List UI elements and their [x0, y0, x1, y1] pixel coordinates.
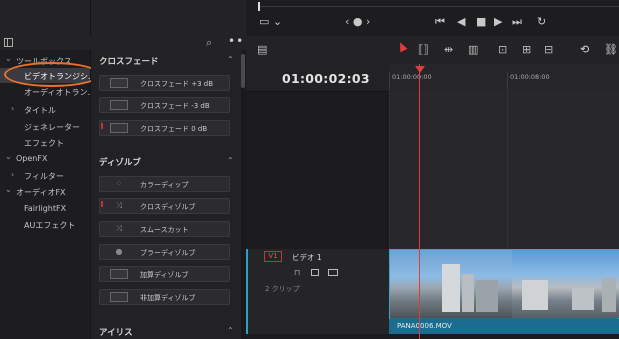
tree-item-filters[interactable]: フィルター — [24, 171, 64, 182]
timecode-area: 01:00:02:03 — [246, 64, 389, 92]
scrub-head[interactable] — [258, 2, 260, 11]
expand-arrow-icon[interactable]: ⌄ — [5, 54, 12, 63]
top-left-strip — [0, 0, 246, 37]
collapse-chevron-icon[interactable]: ⌃ — [227, 156, 234, 165]
link-icon[interactable]: ⛓ — [604, 43, 618, 56]
transition-icon — [110, 100, 128, 110]
effect-label: クロスフェード -3 dB — [140, 102, 210, 110]
collapse-chevron-icon[interactable]: ⌃ — [227, 55, 234, 64]
play-icon[interactable]: ▶ — [494, 15, 502, 29]
loop-icon[interactable]: ↻ — [537, 15, 546, 29]
ruler-label: 01:00:08:00 — [510, 73, 550, 81]
effect-blur-dissolve[interactable]: ● ブラーディゾルブ — [99, 244, 230, 260]
transition-icon — [110, 123, 128, 133]
track-name: ビデオ 1 — [292, 253, 322, 262]
drop-icon: ● — [115, 247, 123, 256]
effect-label: ブラーディゾルブ — [140, 249, 196, 257]
tree-item-effects[interactable]: エフェクト — [24, 138, 64, 149]
timeline-track-area[interactable] — [389, 91, 619, 249]
favorite-marker — [101, 123, 103, 129]
transition-icon — [110, 78, 128, 88]
effect-non-additive-dissolve[interactable]: 非加算ディゾルブ — [99, 289, 230, 305]
insert-icon[interactable]: ⊡ — [498, 43, 507, 56]
playhead-line[interactable] — [419, 64, 420, 339]
expand-arrow-icon[interactable]: › — [11, 170, 14, 179]
effect-crossfade-minus3[interactable]: クロスフェード -3 dB — [99, 97, 230, 113]
dynamic-trim-icon[interactable]: ⇹ — [444, 43, 453, 56]
track-v1-badge[interactable]: V1 — [264, 251, 282, 262]
clip-thumbnail-2 — [512, 250, 619, 318]
clip-thumbnail-1 — [390, 250, 512, 318]
clip-name: PANA0006.MOV — [397, 322, 452, 330]
effect-cross-dissolve[interactable]: ⤨ クロスディゾルブ — [99, 198, 230, 214]
timeline-view-icon[interactable]: ▤ — [257, 43, 267, 56]
section-title: クロスフェード — [99, 57, 159, 67]
effect-dip-to-color[interactable]: ⁘ カラーディップ — [99, 176, 230, 192]
stop-icon[interactable]: ■ — [476, 15, 486, 29]
tree-item-generators[interactable]: ジェネレーター — [24, 122, 80, 133]
timecode-display: 01:00:02:03 — [282, 71, 370, 86]
effect-label: 非加算ディゾルブ — [140, 294, 196, 302]
effect-crossfade-0[interactable]: クロスフェード 0 dB — [99, 120, 230, 136]
monitor-icon[interactable]: ▭ ⌄ — [259, 15, 282, 29]
transition-icon — [110, 292, 128, 302]
timeline-bottom-edge — [246, 334, 619, 339]
track-output-icon[interactable] — [328, 269, 338, 276]
annotation-highlight-oval — [4, 62, 100, 87]
scrollbar-thumb[interactable] — [241, 54, 245, 88]
step-back-icon[interactable]: ◀ — [457, 15, 465, 29]
effect-smooth-cut[interactable]: ⤨ スムースカット — [99, 221, 230, 237]
dots-icon: ⁘ — [115, 179, 123, 188]
clip-nav[interactable]: ‹ ● › — [345, 15, 370, 29]
collapse-chevron-icon[interactable]: ⌃ — [227, 326, 234, 335]
tree-item-openfx[interactable]: OpenFX — [16, 154, 47, 163]
snapping-icon[interactable]: ⟲ — [580, 43, 589, 56]
transition-icon — [110, 269, 128, 279]
effects-list: クロスフェード ⌃ クロスフェード +3 dB クロスフェード -3 dB クロ… — [91, 50, 241, 339]
viewer-scrub-bar[interactable] — [258, 6, 619, 7]
effect-label: クロスフェード +3 dB — [140, 80, 214, 88]
effect-label: クロスディゾルブ — [140, 203, 196, 211]
search-icon[interactable]: ⌕ — [206, 36, 212, 50]
trim-icon[interactable]: ⟦⟧ — [418, 43, 429, 56]
expand-arrow-icon[interactable]: › — [11, 104, 14, 113]
blade-icon[interactable]: ▥ — [468, 43, 478, 56]
effect-label: クロスフェード 0 dB — [140, 125, 208, 133]
tree-item-fairlightfx[interactable]: FairlightFX — [24, 204, 66, 213]
viewer-controls: ▭ ⌄ ‹ ● › ⏮ ◀ ■ ▶ ⏭ ↻ — [246, 0, 619, 37]
effect-label: 加算ディゾルブ — [140, 271, 189, 279]
playhead-handle[interactable] — [415, 66, 425, 73]
section-title: アイリス — [99, 328, 133, 338]
tree-item-titles[interactable]: タイトル — [24, 105, 56, 116]
tree-item-au-effects[interactable]: AUエフェクト — [24, 220, 75, 231]
favorite-marker — [101, 201, 103, 207]
skip-end-icon[interactable]: ⏭ — [512, 15, 522, 29]
skip-start-icon[interactable]: ⏮ — [435, 15, 445, 29]
auto-select-icon[interactable] — [311, 269, 319, 276]
overwrite-icon[interactable]: ⊞ — [522, 43, 531, 56]
effect-additive-dissolve[interactable]: 加算ディゾルブ — [99, 266, 230, 282]
expand-arrow-icon[interactable]: ⌄ — [5, 185, 12, 194]
panel-toggle-icon[interactable] — [4, 38, 13, 47]
clip-count: 2 クリップ — [265, 285, 300, 293]
cross-icon: ⤨ — [115, 201, 123, 210]
section-title: ディゾルブ — [99, 158, 141, 168]
replace-icon[interactable]: ⊟ — [544, 43, 553, 56]
effect-crossfade-plus3[interactable]: クロスフェード +3 dB — [99, 75, 230, 91]
cross-icon: ⤨ — [115, 224, 123, 233]
effect-label: カラーディップ — [140, 181, 189, 189]
timeline-toolbar: ▤ ⟦⟧ ⇹ ▥ ⊡ ⊞ ⊟ ⟲ ⛓ — [246, 36, 619, 65]
ruler-label: 01:00:00:00 — [392, 73, 432, 81]
tree-item-audio-transitions[interactable]: オーディオトラン... — [24, 87, 95, 98]
expand-arrow-icon[interactable]: ⌄ — [5, 152, 12, 161]
lock-icon[interactable]: ⊓ — [294, 268, 300, 277]
tree-item-audio-fx[interactable]: オーディオFX — [16, 187, 66, 198]
effect-label: スムースカット — [140, 226, 189, 234]
